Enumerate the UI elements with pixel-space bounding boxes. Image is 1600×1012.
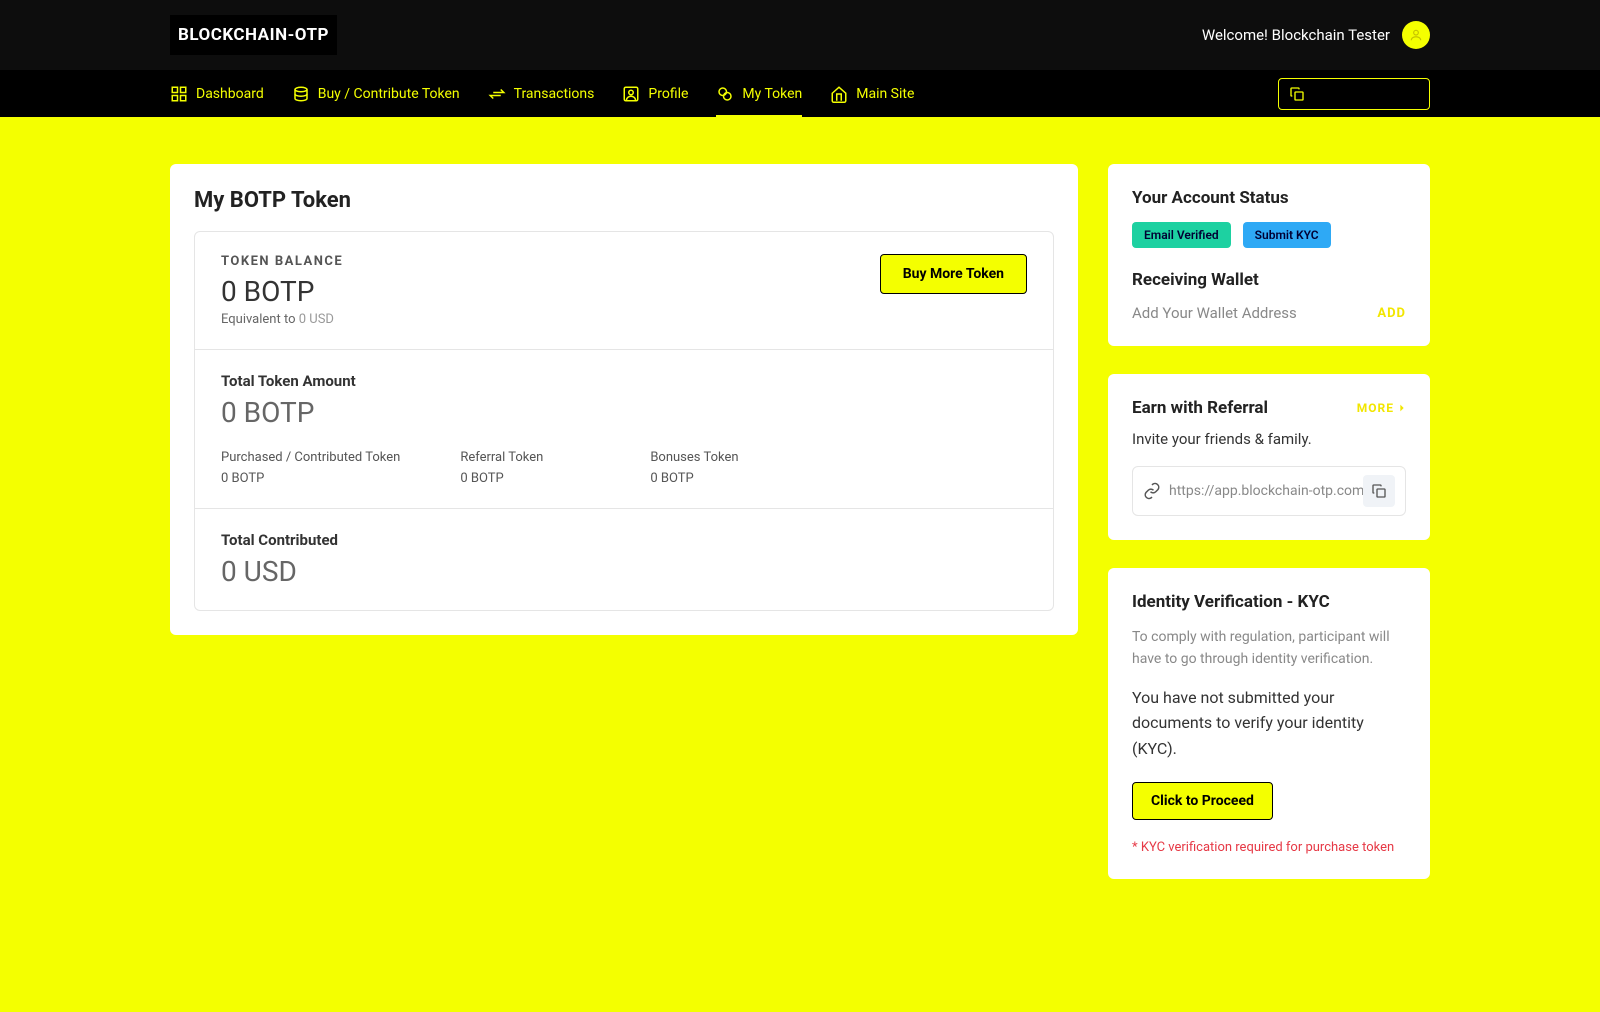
link-icon	[1143, 482, 1161, 500]
copy-referral-button[interactable]	[1363, 475, 1395, 507]
contributed-value: 0 USD	[221, 555, 1027, 588]
search-box[interactable]	[1278, 78, 1430, 110]
user-icon	[1409, 28, 1423, 42]
dashboard-icon	[170, 85, 188, 103]
buy-more-token-button[interactable]: Buy More Token	[880, 254, 1027, 294]
balance-label: TOKEN BALANCE	[221, 254, 343, 269]
referral-card: Earn with Referral MORE Invite your frie…	[1108, 374, 1430, 540]
my-token-card: My BOTP Token TOKEN BALANCE 0 BOTP Equiv…	[170, 164, 1078, 635]
kyc-description: To comply with regulation, participant w…	[1132, 626, 1406, 671]
nav-profile[interactable]: Profile	[622, 70, 688, 117]
more-link[interactable]: MORE	[1357, 401, 1406, 415]
referral-title: Earn with Referral	[1132, 398, 1268, 418]
nav-label: Transactions	[514, 86, 595, 102]
kyc-card: Identity Verification - KYC To comply wi…	[1108, 568, 1430, 879]
referral-input-wrap	[1132, 466, 1406, 516]
coins-icon	[292, 85, 310, 103]
kyc-title: Identity Verification - KYC	[1132, 592, 1406, 612]
nav-label: My Token	[742, 86, 802, 102]
home-icon	[830, 85, 848, 103]
token-icon	[716, 85, 734, 103]
nav-main-site[interactable]: Main Site	[830, 70, 914, 117]
nav-dashboard[interactable]: Dashboard	[170, 70, 264, 117]
total-token-label: Total Token Amount	[221, 372, 1027, 390]
copy-icon	[1371, 483, 1387, 499]
kyc-warning: * KYC verification required for purchase…	[1132, 840, 1406, 855]
account-status-card: Your Account Status Email Verified Submi…	[1108, 164, 1430, 346]
stat-purchased: Purchased / Contributed Token 0 BOTP	[221, 447, 400, 486]
chevron-right-icon	[1398, 403, 1406, 413]
kyc-status: You have not submitted your documents to…	[1132, 685, 1406, 762]
top-header: BLOCKCHAIN-OTP Welcome! Blockchain Teste…	[0, 0, 1600, 70]
logo[interactable]: BLOCKCHAIN-OTP	[170, 15, 337, 55]
nav-transactions[interactable]: Transactions	[488, 70, 595, 117]
welcome-text: Welcome! Blockchain Tester	[1202, 26, 1390, 44]
account-status-title: Your Account Status	[1132, 188, 1406, 208]
balance-value: 0 BOTP	[221, 275, 343, 308]
navbar: Dashboard Buy / Contribute Token Transac…	[0, 70, 1600, 117]
profile-icon	[622, 85, 640, 103]
wallet-title: Receiving Wallet	[1132, 270, 1406, 290]
welcome-area: Welcome! Blockchain Tester	[1202, 21, 1430, 49]
referral-url-input[interactable]	[1169, 483, 1363, 499]
swap-icon	[488, 85, 506, 103]
email-verified-badge[interactable]: Email Verified	[1132, 222, 1231, 248]
copy-icon	[1289, 86, 1305, 102]
avatar[interactable]	[1402, 21, 1430, 49]
nav-label: Buy / Contribute Token	[318, 86, 460, 102]
stat-referral: Referral Token 0 BOTP	[460, 447, 590, 486]
contributed-label: Total Contributed	[221, 531, 1027, 549]
submit-kyc-badge[interactable]: Submit KYC	[1243, 222, 1331, 248]
total-token-value: 0 BOTP	[221, 396, 1027, 429]
nav-label: Profile	[648, 86, 688, 102]
balance-equiv: Equivalent to 0 USD	[221, 312, 343, 327]
kyc-proceed-button[interactable]: Click to Proceed	[1132, 782, 1273, 820]
nav-my-token[interactable]: My Token	[716, 70, 802, 117]
wallet-placeholder: Add Your Wallet Address	[1132, 304, 1297, 322]
stat-bonuses: Bonuses Token 0 BOTP	[650, 447, 780, 486]
nav-buy-token[interactable]: Buy / Contribute Token	[292, 70, 460, 117]
page-title: My BOTP Token	[194, 188, 1054, 213]
nav-label: Main Site	[856, 86, 914, 102]
add-wallet-link[interactable]: ADD	[1377, 306, 1406, 321]
nav-label: Dashboard	[196, 86, 264, 102]
invite-text: Invite your friends & family.	[1132, 430, 1406, 448]
